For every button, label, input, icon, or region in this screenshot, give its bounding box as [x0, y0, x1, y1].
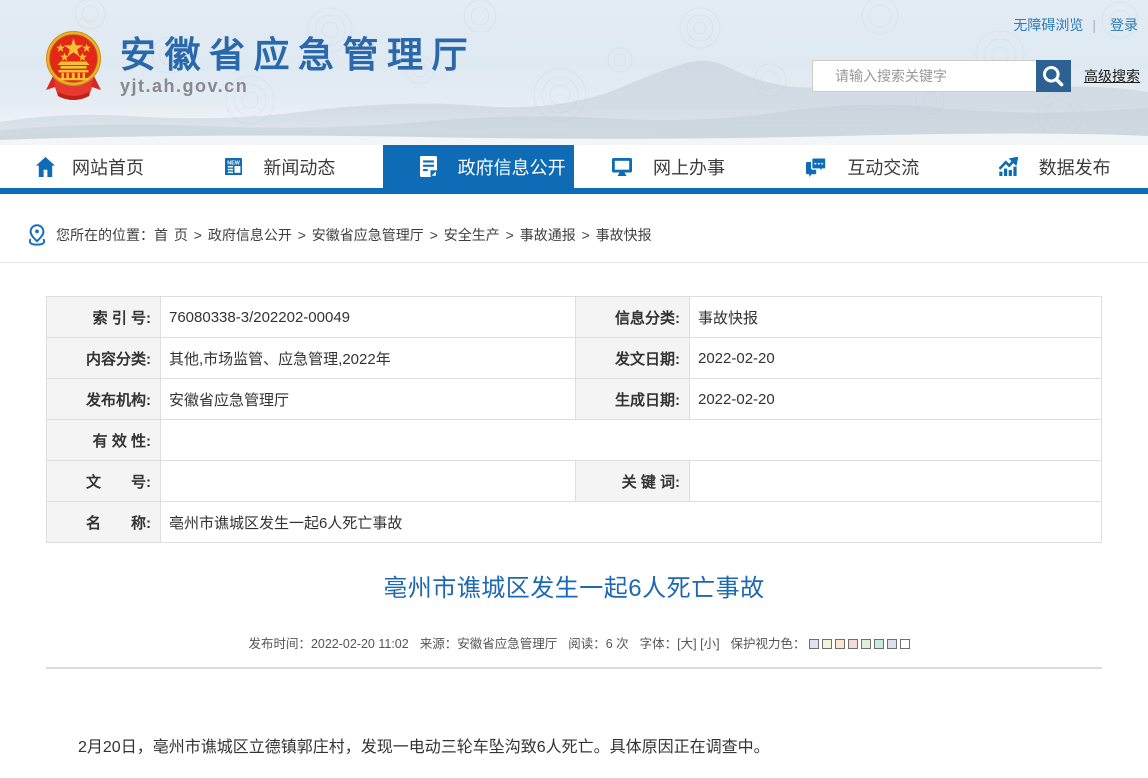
- svg-text:NEW: NEW: [228, 160, 241, 166]
